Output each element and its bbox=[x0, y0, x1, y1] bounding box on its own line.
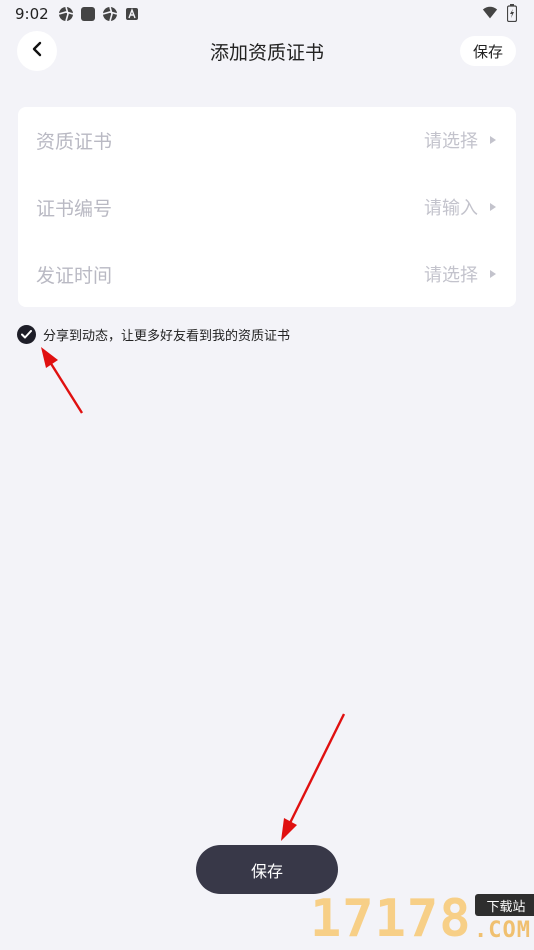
triangle-right-icon bbox=[490, 136, 496, 144]
form-row-issue-date[interactable]: 发证时间 请选择 bbox=[18, 241, 516, 307]
form-row-certificate[interactable]: 资质证书 请选择 bbox=[18, 107, 516, 173]
form-row-certificate-number[interactable]: 证书编号 请输入 bbox=[18, 174, 516, 240]
share-checkbox[interactable] bbox=[17, 325, 36, 344]
status-bar: 9:02 bbox=[0, 0, 534, 28]
share-to-feed-option[interactable]: 分享到动态，让更多好友看到我的资质证书 bbox=[17, 325, 290, 344]
page-title: 添加资质证书 bbox=[209, 42, 324, 64]
status-system-icons bbox=[482, 4, 520, 22]
status-notification-icons bbox=[58, 6, 140, 22]
battery-charging-icon bbox=[504, 4, 520, 22]
site-watermark: 17178 下载站 .COM bbox=[310, 888, 534, 950]
keyboard-a-icon bbox=[124, 6, 140, 22]
aperture-icon bbox=[102, 6, 118, 22]
form-label: 发证时间 bbox=[36, 264, 113, 287]
form-label: 证书编号 bbox=[36, 197, 113, 220]
checkmark-icon bbox=[21, 330, 32, 339]
form-value: 请输入 bbox=[424, 194, 496, 220]
triangle-right-icon bbox=[490, 203, 496, 211]
bottom-save-button[interactable]: 保存 bbox=[196, 845, 338, 894]
annotation-arrow-save bbox=[281, 713, 346, 841]
certificate-form: 资质证书 请选择 证书编号 请输入 发证时间 请选择 bbox=[18, 107, 516, 307]
share-label: 分享到动态，让更多好友看到我的资质证书 bbox=[43, 329, 291, 344]
status-time: 9:02 bbox=[15, 5, 49, 23]
form-label: 资质证书 bbox=[36, 130, 113, 153]
aperture-icon bbox=[58, 6, 74, 22]
triangle-right-icon bbox=[490, 270, 496, 278]
form-value-text: 请输入 bbox=[424, 198, 478, 219]
app-square-icon bbox=[80, 6, 96, 22]
header-save-button[interactable]: 保存 bbox=[460, 36, 516, 66]
wifi-icon bbox=[482, 5, 498, 21]
watermark-number: 17178 bbox=[310, 889, 472, 949]
form-value-text: 请选择 bbox=[424, 265, 478, 286]
form-value-text: 请选择 bbox=[424, 131, 478, 152]
form-value: 请选择 bbox=[424, 261, 496, 287]
watermark-domain: .COM bbox=[474, 918, 531, 943]
watermark-badge: 下载站 bbox=[475, 894, 534, 916]
form-value: 请选择 bbox=[424, 127, 496, 153]
annotation-arrow-checkbox bbox=[41, 347, 84, 414]
